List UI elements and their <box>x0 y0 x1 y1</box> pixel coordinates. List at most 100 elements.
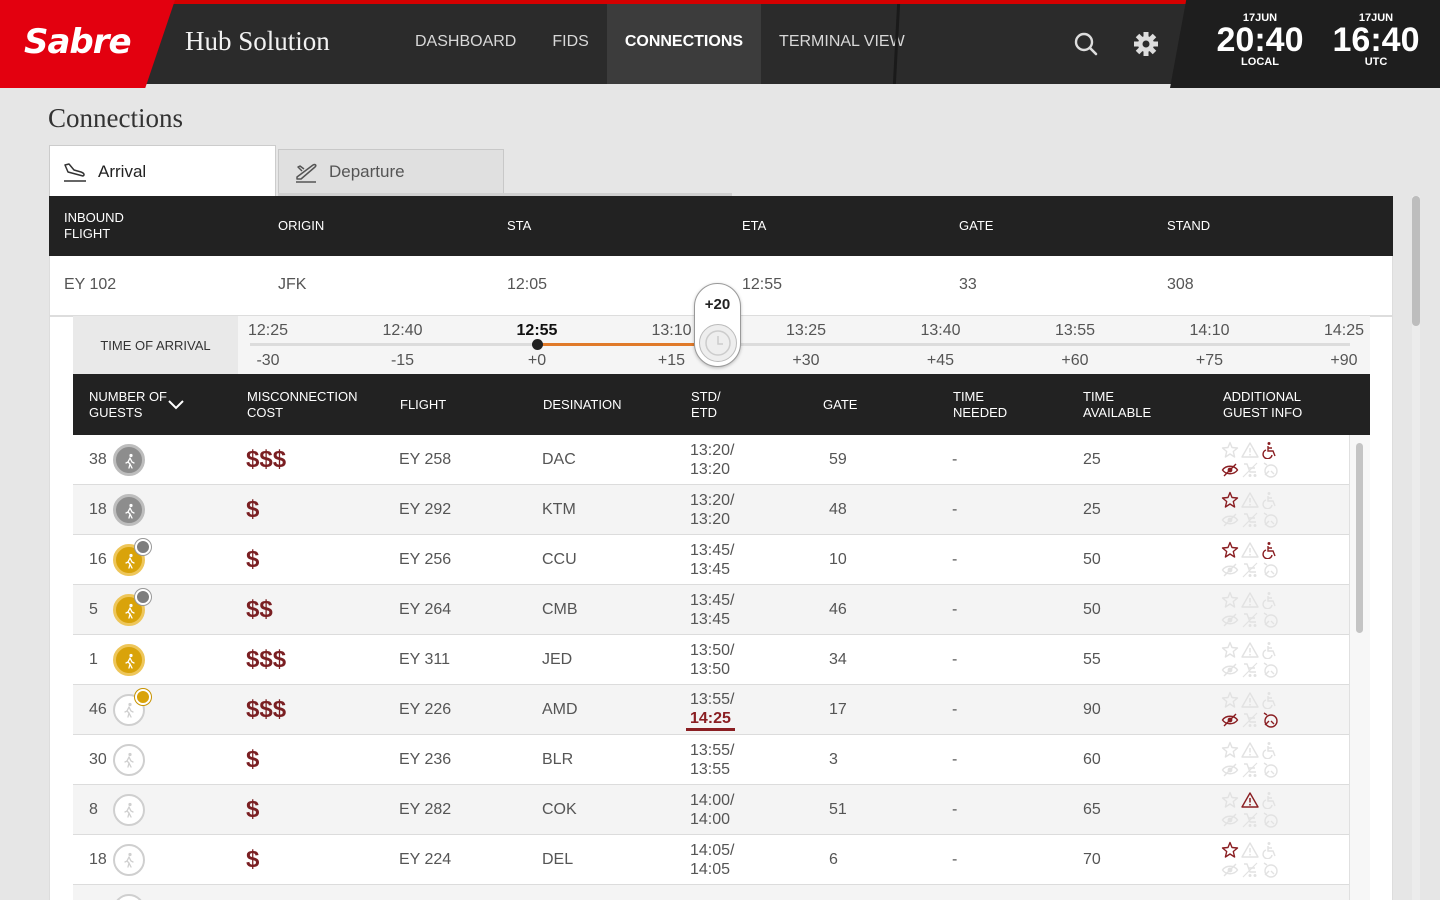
time-needed: - <box>952 601 958 618</box>
inbound-sta: 12:05 <box>507 276 548 293</box>
sabre-logo[interactable]: Sabre <box>0 0 175 88</box>
warning-icon <box>1241 792 1259 808</box>
guest-count: 18 <box>89 501 107 518</box>
col-number-of-guests[interactable]: NUMBER OF GUESTS <box>89 374 169 435</box>
guest-connection-row[interactable]: 18 $ EY 292 KTM 13:20/13:20 48 - 25 <box>73 485 1349 535</box>
misconnection-cost: $ <box>246 846 260 873</box>
connecting-flight: EY 264 <box>399 601 452 618</box>
timeline-offset-label: +75 <box>1195 352 1224 369</box>
walking-person-icon <box>113 894 145 900</box>
etd-time: 13:45 <box>690 561 731 578</box>
guest-connection-row[interactable]: 16 $ EY 256 CCU 13:45/13:45 10 - 50 <box>73 535 1349 585</box>
misconnection-cost: $$$ <box>246 446 287 473</box>
additional-guest-info[interactable] <box>1221 491 1281 531</box>
time-available: 60 <box>1083 751 1101 768</box>
restricted-icon <box>1263 462 1278 478</box>
page-scrollbar[interactable] <box>1412 196 1420 900</box>
std-etd: 13:45/13:45 <box>690 535 734 585</box>
no-trolley-icon <box>1242 512 1258 528</box>
col-additional-guest-info: ADDITIONAL GUEST INFO <box>1223 388 1303 420</box>
guest-connection-row[interactable]: 1 $$$ EY 311 JED 13:50/13:50 34 - 55 <box>73 635 1349 685</box>
col-inbound-flight: INBOUND FLIGHT <box>64 210 124 241</box>
additional-guest-info[interactable] <box>1221 691 1281 731</box>
destination: BLR <box>542 751 574 768</box>
timeline-time-label: 13:10 <box>651 322 692 339</box>
guest-count: 46 <box>89 701 107 718</box>
misconnection-cost: $ <box>246 796 260 823</box>
table-scrollbar-thumb[interactable] <box>1356 443 1363 633</box>
tab-departure[interactable]: Departure <box>278 149 504 195</box>
std-etd: 13:50/13:50 <box>690 635 734 685</box>
star-icon <box>1221 641 1239 658</box>
search-icon[interactable] <box>1072 30 1100 58</box>
time-needed: - <box>952 551 958 568</box>
walking-person-icon <box>113 794 145 826</box>
restricted-icon <box>1263 712 1278 728</box>
etd-time: 13:20 <box>690 511 731 528</box>
tab-arrival[interactable]: Arrival <box>49 145 276 197</box>
additional-guest-info[interactable] <box>1221 641 1281 681</box>
guest-connection-row[interactable]: 38 $$$ EY 258 DAC 13:20/13:20 59 - 25 <box>73 435 1349 485</box>
col-origin: ORIGIN <box>278 218 325 233</box>
additional-guest-info[interactable] <box>1221 841 1281 881</box>
star-icon <box>1221 691 1239 708</box>
nav-connections[interactable]: CONNECTIONS <box>606 4 762 84</box>
guest-connection-row[interactable]: 14:05/ <box>73 885 1349 900</box>
misconnection-cost: $$$ <box>246 696 287 723</box>
guest-connection-row[interactable]: 30 $ EY 236 BLR 13:55/13:55 3 - 60 <box>73 735 1349 785</box>
nav-dashboard[interactable]: DASHBOARD <box>397 4 534 84</box>
guest-connection-row[interactable]: 46 $$$ EY 226 AMD 13:55/14:25 17 - 90 <box>73 685 1349 735</box>
status-badge <box>135 589 151 605</box>
nav-fids[interactable]: FIDS <box>534 4 606 84</box>
warning-icon <box>1241 642 1259 658</box>
timeline-current-dot <box>532 339 543 350</box>
guest-connection-row[interactable]: 8 $ EY 282 COK 14:00/14:00 51 - 65 <box>73 785 1349 835</box>
timeline-handle[interactable]: +20 <box>694 283 741 367</box>
additional-guest-info[interactable] <box>1221 441 1281 481</box>
connecting-flight: EY 258 <box>399 451 452 468</box>
no-trolley-icon <box>1242 762 1258 778</box>
connecting-flight: EY 226 <box>399 701 452 718</box>
additional-guest-info[interactable] <box>1221 741 1281 781</box>
timeline-time-label: 14:25 <box>1323 322 1365 339</box>
timeline-time-label: 13:40 <box>920 322 961 339</box>
time-available: 65 <box>1083 801 1101 818</box>
std-etd: 13:55/14:25 <box>686 685 735 735</box>
table-scrollbar[interactable] <box>1349 435 1370 900</box>
std-etd: 13:20/13:20 <box>690 435 734 485</box>
chevron-down-icon[interactable] <box>167 374 185 435</box>
gear-icon[interactable] <box>1132 30 1160 58</box>
std-time: 13:50/ <box>690 642 735 659</box>
destination: COK <box>542 801 577 818</box>
walking-person-icon <box>113 644 145 676</box>
time-needed: - <box>952 801 958 818</box>
departure-gate: 59 <box>829 451 847 468</box>
wheelchair-icon <box>1262 442 1276 459</box>
page-title: Connections <box>48 103 183 133</box>
no-trolley-icon <box>1242 712 1258 728</box>
inbound-flight: EY 102 <box>64 276 117 293</box>
tab-departure-label: Departure <box>329 162 405 181</box>
connecting-flight: EY 282 <box>399 801 452 818</box>
col-std-etd: STD/ ETD <box>691 388 721 420</box>
col-sta: STA <box>507 218 532 233</box>
guest-count: 38 <box>89 451 107 468</box>
guest-connection-row[interactable]: 18 $ EY 224 DEL 14:05/14:05 6 - 70 <box>73 835 1349 885</box>
additional-guest-info[interactable] <box>1221 791 1281 831</box>
restricted-icon <box>1263 862 1278 878</box>
tab-arrival-label: Arrival <box>98 161 147 181</box>
additional-guest-info[interactable] <box>1221 591 1281 631</box>
warning-icon <box>1241 542 1259 558</box>
etd-time: 13:55 <box>690 761 731 778</box>
star-icon <box>1221 791 1239 808</box>
page-scrollbar-thumb[interactable] <box>1412 196 1420 326</box>
timeline-offset-label: +0 <box>527 352 547 369</box>
additional-guest-info[interactable] <box>1221 541 1281 581</box>
destination: JED <box>542 651 573 668</box>
guest-connection-row[interactable]: 5 $$ EY 264 CMB 13:45/13:45 46 - 50 <box>73 585 1349 635</box>
time-available: 90 <box>1083 701 1101 718</box>
timeline-track[interactable] <box>250 343 1350 346</box>
guests-table-header: NUMBER OF GUESTS MISCONNECTION COST FLIG… <box>73 374 1370 435</box>
timeline-delay-fill <box>537 343 717 346</box>
departure-gate: 46 <box>829 601 847 618</box>
